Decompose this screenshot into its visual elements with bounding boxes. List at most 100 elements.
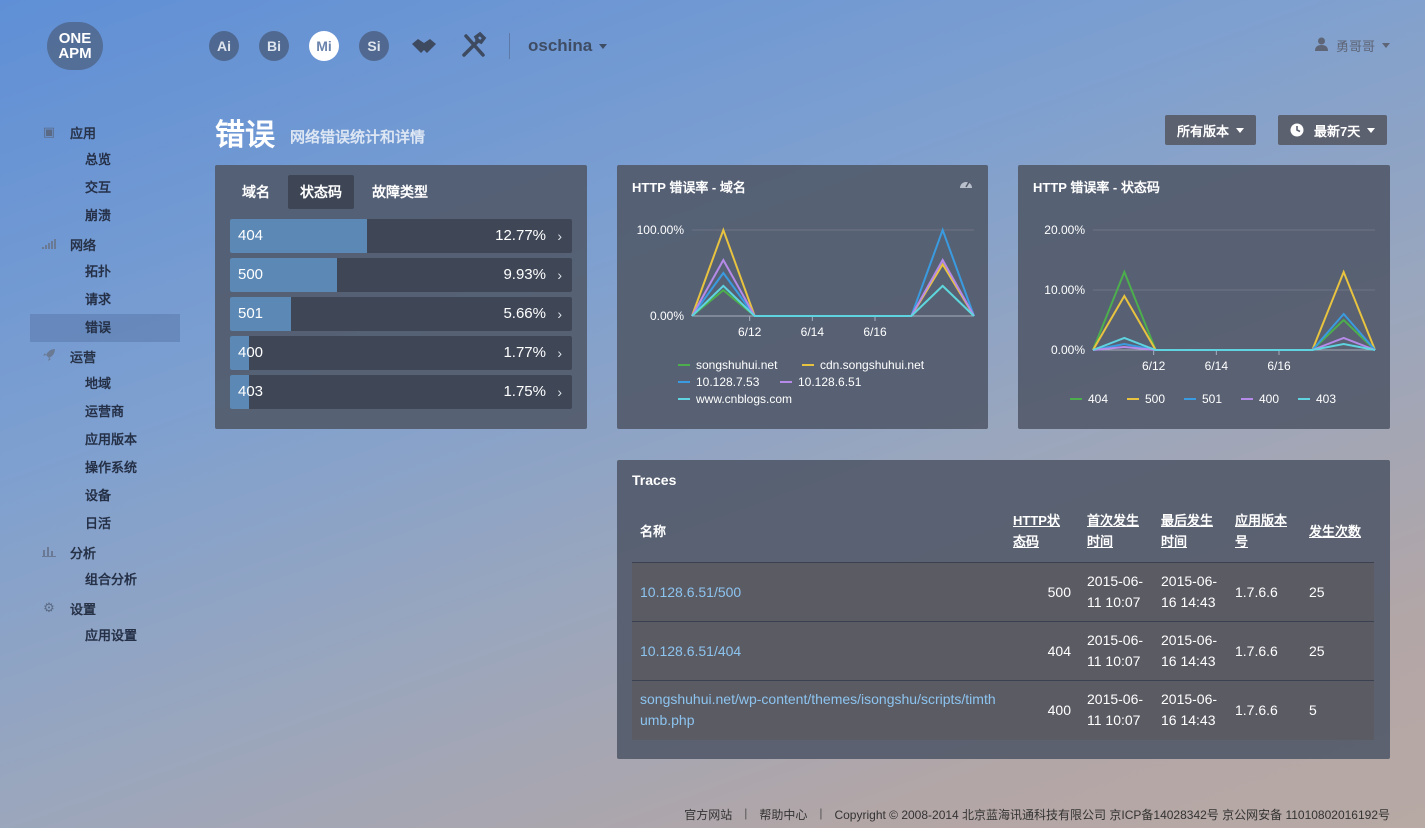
trace-link[interactable]: 10.128.6.51/404 (640, 643, 741, 659)
col-first-header-label: 首次发生时间 (1087, 513, 1140, 549)
status-code-row[interactable]: 500 9.93% › (230, 258, 572, 292)
legend-item[interactable]: 404 (1070, 392, 1108, 406)
legend-item[interactable]: 10.128.6.51 (780, 375, 861, 389)
col-name-header[interactable]: 名称 (632, 500, 1005, 563)
col-last-header[interactable]: 最后发生时间 (1153, 500, 1227, 563)
sidebar-item-requests[interactable]: 请求 (30, 286, 180, 314)
tab-domain[interactable]: 域名 (230, 175, 282, 209)
traces-table: 名称 HTTP状态码 首次发生时间 最后发生时间 应用版本号 发生次数 10.1… (632, 500, 1374, 740)
trace-count-cell: 5 (1301, 680, 1374, 740)
tools-icon[interactable] (459, 31, 489, 61)
sidebar-item-combined-analysis[interactable]: 组合分析 (30, 566, 180, 594)
trace-status-cell: 400 (1005, 680, 1079, 740)
status-error-rate-panel: HTTP 错误率 - 状态码 20.00% 10.00% 0.00% 6/12 6/14… (1018, 165, 1390, 429)
sidebar-item-app-settings[interactable]: 应用设置 (30, 622, 180, 650)
x-tick-label: 6/16 (863, 325, 887, 339)
sidebar-item-interaction[interactable]: 交互 (30, 174, 180, 202)
series-line-400 (1092, 336, 1376, 351)
x-tick-label: 6/12 (1142, 359, 1166, 373)
col-first-header[interactable]: 首次发生时间 (1079, 500, 1153, 563)
status-code-label: 500 (238, 266, 264, 283)
project-selector[interactable]: oschina (528, 36, 608, 56)
sidebar-item-topology[interactable]: 拓扑 (30, 258, 180, 286)
chevron-down-icon (1382, 43, 1390, 48)
sidebar-item-device[interactable]: 设备 (30, 482, 180, 510)
col-version-header-label: 应用版本号 (1235, 513, 1288, 549)
trace-last-time-cell: 2015-06-16 14:43 (1153, 562, 1227, 622)
legend-label: cdn.songshuhui.net (820, 358, 925, 372)
col-status-header[interactable]: HTTP状态码 (1005, 500, 1079, 563)
trace-link[interactable]: 10.128.6.51/500 (640, 584, 741, 600)
legend-item[interactable]: cdn.songshuhui.net (802, 358, 924, 372)
trace-name-cell: 10.128.6.51/404 (632, 621, 1005, 681)
version-filter-button[interactable]: 所有版本 (1165, 115, 1257, 145)
user-icon (1314, 37, 1328, 54)
status-code-row[interactable]: 400 1.77% › (230, 336, 572, 370)
chevron-down-icon (1236, 127, 1245, 133)
legend-swatch (1241, 397, 1253, 400)
sidebar-group-label: 分析 (70, 545, 97, 561)
legend-item[interactable]: 400 (1241, 392, 1279, 406)
legend-swatch (1298, 397, 1310, 400)
error-breakdown-panel: 域名 状态码 故障类型 404 12.77% › 500 9.93% › 501 5.66% ›… (215, 165, 587, 429)
col-count-header-label: 发生次数 (1309, 523, 1362, 539)
status-code-value: 9.93% (503, 266, 546, 283)
handshake-icon[interactable] (409, 31, 439, 61)
sidebar-group-network[interactable]: 网络 (30, 230, 180, 258)
bi-app-icon[interactable]: Bi (259, 31, 289, 61)
status-code-row[interactable]: 403 1.75% › (230, 375, 572, 409)
ai-app-icon[interactable]: Ai (209, 31, 239, 61)
legend-item[interactable]: 10.128.7.53 (678, 375, 759, 389)
tab-status-code[interactable]: 状态码 (288, 175, 354, 209)
status-code-label: 403 (238, 383, 264, 400)
legend-item[interactable]: 500 (1127, 392, 1165, 406)
sidebar-group-operations[interactable]: 运营 (30, 342, 180, 370)
status-error-rate-chart: 20.00% 10.00% 0.00% 6/12 6/14 6/16 (1044, 223, 1376, 373)
status-code-value: 1.75% (503, 383, 546, 400)
footer-site-link[interactable]: 官方网站 (684, 806, 732, 823)
trace-first-time-cell: 2015-06-11 10:07 (1079, 621, 1153, 681)
sidebar-item-os[interactable]: 操作系统 (30, 454, 180, 482)
trace-link[interactable]: songshuhui.net/wp-content/themes/isongsh… (640, 691, 996, 728)
sidebar-item-region[interactable]: 地域 (30, 370, 180, 398)
legend-item[interactable]: 501 (1184, 392, 1222, 406)
sidebar-group-analysis[interactable]: 分析 (30, 538, 180, 566)
status-code-row[interactable]: 404 12.77% › (230, 219, 572, 253)
gears-icon: ⚙ (43, 600, 55, 615)
sidebar-item-app-version[interactable]: 应用版本 (30, 426, 180, 454)
time-range-button[interactable]: 最新7天 (1278, 115, 1388, 145)
sidebar-item-overview[interactable]: 总览 (30, 146, 180, 174)
sidebar-item-dau[interactable]: 日活 (30, 510, 180, 538)
status-code-label: 501 (238, 305, 264, 322)
traces-panel: Traces 名称 HTTP状态码 首次发生时间 最后发生时间 应用版本号 发生… (617, 460, 1390, 759)
user-menu[interactable]: 勇哥哥 (1314, 36, 1390, 55)
status-code-value: 1.77% (503, 344, 546, 361)
sidebar-group-app[interactable]: ▣ 应用 (30, 118, 180, 146)
legend-swatch (780, 380, 792, 383)
legend-item[interactable]: www.cnblogs.com (678, 392, 792, 406)
sidebar-item-carrier[interactable]: 运营商 (30, 398, 180, 426)
dashboard-icon[interactable] (959, 178, 973, 192)
table-header-row: 名称 HTTP状态码 首次发生时间 最后发生时间 应用版本号 发生次数 (632, 500, 1374, 563)
status-code-row[interactable]: 501 5.66% › (230, 297, 572, 331)
col-count-header[interactable]: 发生次数 (1301, 500, 1374, 563)
col-version-header[interactable]: 应用版本号 (1227, 500, 1301, 563)
oneapm-logo[interactable]: ONE APM (47, 22, 103, 70)
sidebar-group-settings[interactable]: ⚙ 设置 (30, 594, 180, 622)
footer-help-link[interactable]: 帮助中心 (759, 806, 807, 823)
time-range-label: 最新7天 (1314, 123, 1361, 139)
chevron-right-icon: › (557, 267, 562, 283)
legend-item[interactable]: songshuhui.net (678, 358, 777, 372)
breakdown-tabs: 域名 状态码 故障类型 (230, 175, 446, 209)
sidebar-item-crash[interactable]: 崩溃 (30, 202, 180, 230)
status-code-label: 400 (238, 344, 264, 361)
x-tick-label: 6/14 (1205, 359, 1229, 373)
legend-item[interactable]: 403 (1298, 392, 1336, 406)
si-app-icon[interactable]: Si (359, 31, 389, 61)
trace-name-cell: 10.128.6.51/500 (632, 562, 1005, 622)
signal-icon (40, 237, 58, 252)
sidebar-item-errors[interactable]: 错误 (30, 314, 180, 342)
table-row: 10.128.6.51/500 500 2015-06-11 10:07 2015-0… (632, 562, 1374, 622)
tab-fault-type[interactable]: 故障类型 (360, 175, 440, 209)
mi-app-icon[interactable]: Mi (309, 31, 339, 61)
